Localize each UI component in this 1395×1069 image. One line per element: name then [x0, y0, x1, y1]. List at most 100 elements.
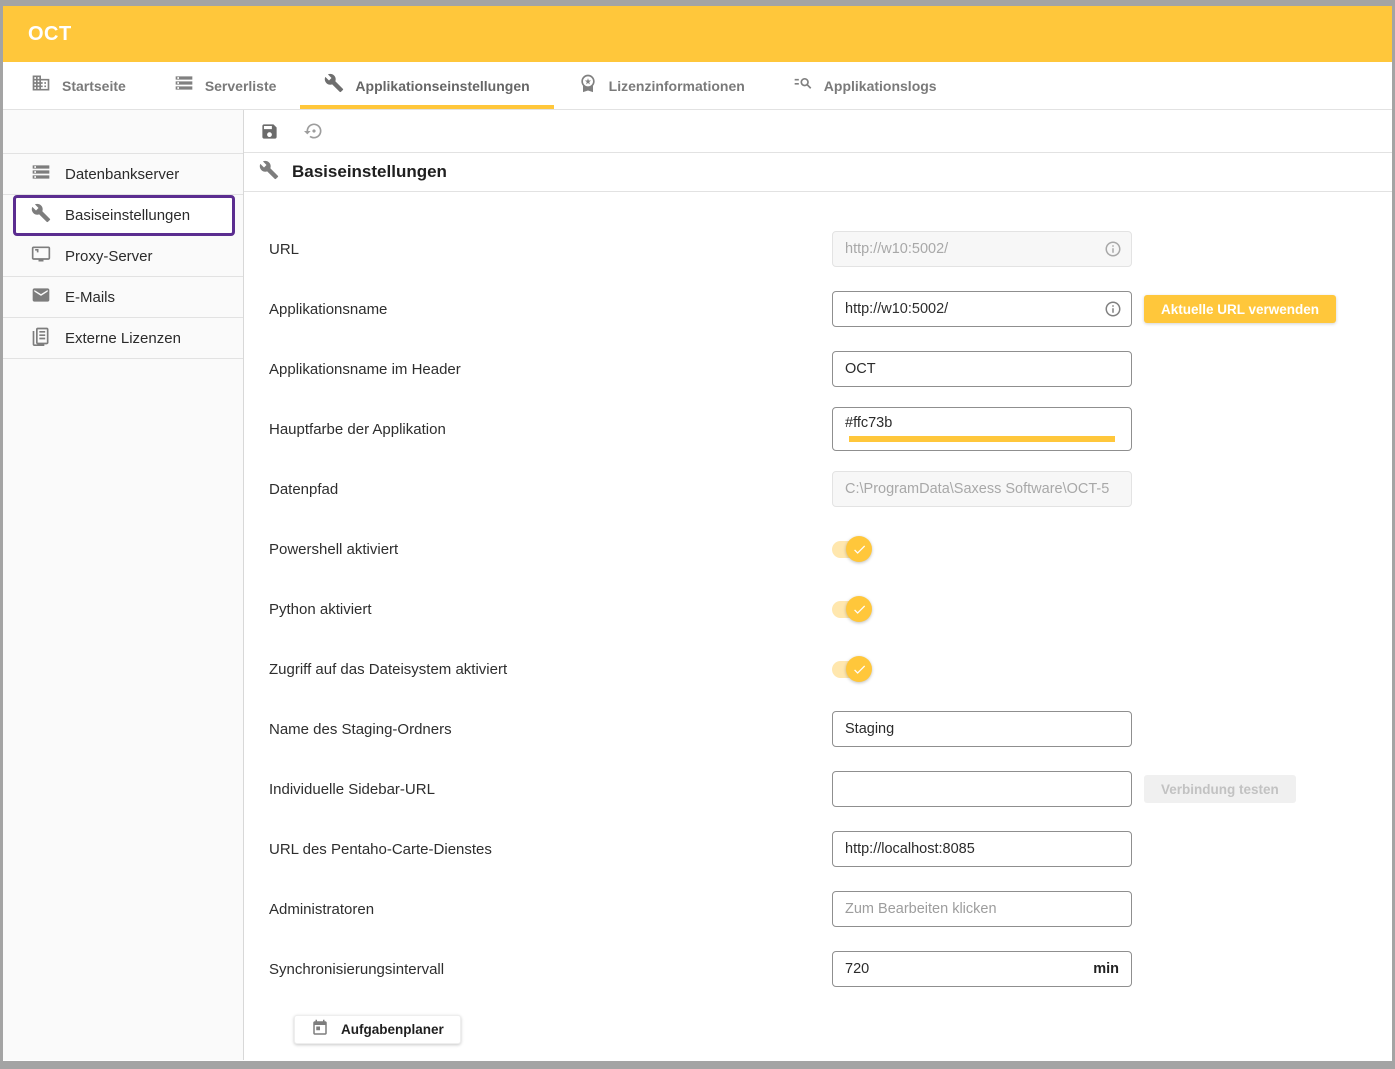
- tab-applikationslogs[interactable]: Applikationslogs: [769, 62, 961, 109]
- form-row-dateisystem: Zugriff auf das Dateisystem aktiviert: [269, 639, 1392, 699]
- staging-folder-input[interactable]: [845, 721, 1119, 737]
- main-color-field: [832, 407, 1132, 451]
- tab-applikationseinstellungen[interactable]: Applikationseinstellungen: [300, 62, 553, 109]
- tab-label: Applikationslogs: [824, 78, 937, 94]
- filesystem-access-toggle[interactable]: [832, 656, 872, 682]
- sidebar-url-field: [832, 771, 1132, 807]
- datenpfad-input: [845, 481, 1119, 497]
- info-icon[interactable]: [1104, 240, 1122, 258]
- settings-sidebar: Datenbankserver Basiseinstellungen Proxy…: [3, 110, 244, 1060]
- wrench-icon: [31, 203, 51, 228]
- applikationsname-input[interactable]: [845, 301, 1119, 317]
- tab-label: Applikationseinstellungen: [355, 78, 529, 94]
- form-row-powershell: Powershell aktiviert: [269, 519, 1392, 579]
- sidebar-item-datenbankserver[interactable]: Datenbankserver: [3, 154, 243, 195]
- tab-label: Serverliste: [205, 78, 277, 94]
- sidebar-item-label: Basiseinstellungen: [65, 207, 190, 224]
- external-license-icon: [31, 326, 51, 351]
- main-panel: Basiseinstellungen URL Applikationsname: [244, 110, 1392, 1060]
- tab-lizenzinformationen[interactable]: Lizenzinformationen: [554, 62, 769, 109]
- form-row-pentaho: URL des Pentaho-Carte-Dienstes: [269, 819, 1392, 879]
- form-row-url: URL: [269, 219, 1392, 279]
- sidebar-list: Datenbankserver Basiseinstellungen Proxy…: [3, 153, 243, 359]
- tab-label: Lizenzinformationen: [609, 78, 745, 94]
- field-label: Applikationsname im Header: [269, 361, 832, 378]
- field-label: Individuelle Sidebar-URL: [269, 781, 832, 798]
- license-badge-icon: [578, 73, 598, 98]
- python-toggle[interactable]: [832, 596, 872, 622]
- sidebar-url-input[interactable]: [845, 781, 1119, 797]
- sync-interval-input[interactable]: [845, 961, 1085, 977]
- envelope-icon: [31, 285, 51, 310]
- pentaho-url-field: [832, 831, 1132, 867]
- sync-interval-field: min: [832, 951, 1132, 987]
- app-window: OCT Startseite Serverliste Applikationse…: [0, 0, 1395, 1069]
- check-icon: [846, 536, 872, 562]
- server-list-icon: [174, 73, 194, 98]
- form-row-header-name: Applikationsname im Header: [269, 339, 1392, 399]
- sidebar-item-label: Datenbankserver: [65, 166, 179, 183]
- color-swatch-bar: [849, 436, 1115, 442]
- header-name-input[interactable]: [845, 361, 1119, 377]
- main-color-input[interactable]: [845, 415, 1119, 431]
- database-server-icon: [31, 162, 51, 187]
- field-label: Name des Staging-Ordners: [269, 721, 832, 738]
- form-row-applikationsname: Applikationsname Aktuelle URL verwenden: [269, 279, 1392, 339]
- log-search-icon: [793, 73, 813, 98]
- unit-suffix: min: [1085, 961, 1119, 977]
- sidebar-item-label: E-Mails: [65, 289, 115, 306]
- powershell-toggle[interactable]: [832, 536, 872, 562]
- form-row-administratoren: Administratoren: [269, 879, 1392, 939]
- building-icon: [31, 73, 51, 98]
- use-current-url-button[interactable]: Aktuelle URL verwenden: [1144, 295, 1336, 323]
- field-label: Hauptfarbe der Applikation: [269, 421, 832, 438]
- task-scheduler-button[interactable]: Aufgabenplaner: [294, 1015, 461, 1044]
- sidebar-item-proxy-server[interactable]: Proxy-Server: [3, 236, 243, 277]
- test-connection-button[interactable]: Verbindung testen: [1144, 775, 1296, 803]
- sidebar-item-e-mails[interactable]: E-Mails: [3, 277, 243, 318]
- app-header: OCT: [3, 6, 1392, 62]
- check-icon: [846, 596, 872, 622]
- administrators-input[interactable]: [845, 901, 1119, 917]
- calendar-icon: [311, 1019, 329, 1040]
- pentaho-url-input[interactable]: [845, 841, 1119, 857]
- sidebar-item-label: Externe Lizenzen: [65, 330, 181, 347]
- applikationsname-field: [832, 291, 1132, 327]
- field-label: URL: [269, 241, 832, 258]
- app-title: OCT: [28, 23, 72, 46]
- sidebar-item-externe-lizenzen[interactable]: Externe Lizenzen: [3, 318, 243, 359]
- sidebar-item-label: Proxy-Server: [65, 248, 153, 265]
- form-row-datenpfad: Datenpfad: [269, 459, 1392, 519]
- url-input: [845, 241, 1119, 257]
- wrench-icon: [259, 160, 279, 185]
- proxy-monitor-icon: [31, 244, 51, 269]
- field-label: Python aktiviert: [269, 601, 832, 618]
- tab-label: Startseite: [62, 78, 126, 94]
- field-label: URL des Pentaho-Carte-Dienstes: [269, 841, 832, 858]
- main-nav: Startseite Serverliste Applikationseinst…: [3, 62, 1392, 110]
- field-label: Synchronisierungsintervall: [269, 961, 832, 978]
- save-icon[interactable]: [258, 120, 281, 143]
- form-row-sidebar-url: Individuelle Sidebar-URL Verbindung test…: [269, 759, 1392, 819]
- tab-serverliste[interactable]: Serverliste: [150, 62, 301, 109]
- page-title: Basiseinstellungen: [292, 162, 447, 182]
- administrators-field: [832, 891, 1132, 927]
- tab-startseite[interactable]: Startseite: [7, 62, 150, 109]
- form-row-python: Python aktiviert: [269, 579, 1392, 639]
- sidebar-item-basiseinstellungen[interactable]: Basiseinstellungen: [13, 195, 235, 236]
- datenpfad-field: [832, 471, 1132, 507]
- wrench-icon: [324, 73, 344, 98]
- settings-form: URL Applikationsname: [244, 192, 1392, 1044]
- staging-folder-field: [832, 711, 1132, 747]
- form-row-staging: Name des Staging-Ordners: [269, 699, 1392, 759]
- page-header: Basiseinstellungen: [244, 153, 1392, 192]
- field-label: Administratoren: [269, 901, 832, 918]
- toolbar: [244, 110, 1392, 153]
- restore-icon[interactable]: [302, 119, 326, 143]
- info-icon[interactable]: [1104, 300, 1122, 318]
- task-scheduler-label: Aufgabenplaner: [341, 1022, 444, 1037]
- field-label: Applikationsname: [269, 301, 832, 318]
- form-row-hauptfarbe: Hauptfarbe der Applikation: [269, 399, 1392, 459]
- field-label: Datenpfad: [269, 481, 832, 498]
- check-icon: [846, 656, 872, 682]
